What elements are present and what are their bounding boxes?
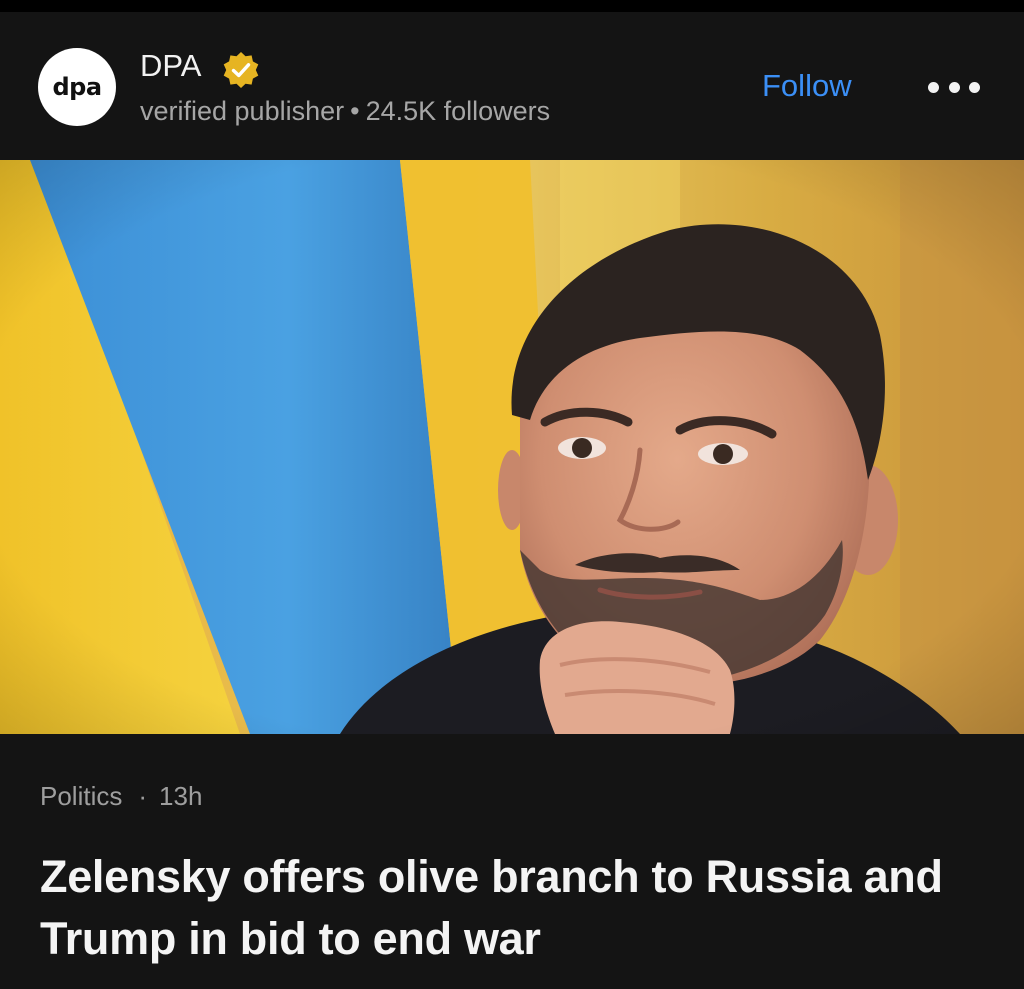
article-age: 13h: [159, 781, 203, 811]
publisher-avatar[interactable]: dpa: [38, 48, 116, 126]
publisher-type: verified publisher: [140, 96, 345, 126]
article-image[interactable]: [0, 160, 1024, 734]
meta-separator: •: [350, 96, 360, 126]
publisher-header: dpa DPA verified publisher • 24.5K followe…: [0, 12, 1024, 160]
article-card[interactable]: dpa DPA verified publisher • 24.5K followe…: [0, 12, 1024, 989]
publisher-logo-text: dpa: [52, 73, 102, 101]
verified-badge-icon: [223, 52, 259, 88]
more-options-icon[interactable]: [928, 72, 980, 102]
more-dot: [948, 81, 960, 93]
article-headline[interactable]: Zelensky offers olive branch to Russia a…: [40, 846, 990, 970]
more-dot: [928, 81, 939, 93]
follower-count: 24.5K followers: [365, 96, 551, 126]
more-dot: [969, 81, 980, 93]
article-meta: Politics · 13h: [40, 780, 202, 812]
publisher-meta: verified publisher • 24.5K followers: [140, 94, 550, 128]
follow-button[interactable]: Follow: [762, 68, 852, 104]
meta-separator: ·: [138, 781, 148, 811]
article-category[interactable]: Politics: [40, 781, 122, 811]
publisher-name[interactable]: DPA: [140, 48, 201, 84]
